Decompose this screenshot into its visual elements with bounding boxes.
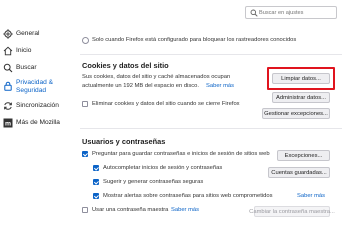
sidebar-item-label: Inicio <box>16 47 32 54</box>
sidebar-item-label: Buscar <box>16 64 37 71</box>
manage-exceptions-button-label: Gestionar excepciones... <box>264 110 328 117</box>
autofill-checkbox[interactable] <box>93 165 99 171</box>
sidebar-item-label: Privacidad & <box>16 79 54 86</box>
cookies-heading: Cookies y datos del sitio <box>82 61 169 70</box>
sidebar-item-privacy[interactable]: Privacidad & Seguridad <box>0 79 72 99</box>
cookies-description-line1: Sus cookies, datos del sitio y caché alm… <box>82 74 231 80</box>
saved-logins-button-label: Cuentas guardadas... <box>271 169 327 176</box>
change-primary-password-button-label: Cambiar la contraseña maestra... <box>249 208 335 215</box>
primary-password-learn-more-link[interactable]: Saber más <box>171 207 199 213</box>
lock-icon <box>3 81 13 91</box>
change-primary-password-button[interactable]: Cambiar la contraseña maestra... <box>249 206 335 217</box>
primary-password-checkbox[interactable] <box>82 207 88 213</box>
sidebar-item-label: Más de Mozilla <box>16 119 60 126</box>
sidebar: General Inicio Buscar Privacidad & Segur… <box>0 0 72 215</box>
settings-search-box[interactable] <box>245 6 337 19</box>
breach-alerts-label: Mostrar alertas sobre contraseñas para s… <box>103 193 273 199</box>
mozilla-icon: m <box>3 118 13 128</box>
suggest-passwords-label: Sugerir y generar contraseñas seguras <box>103 179 204 185</box>
dnt-radio[interactable] <box>82 37 89 44</box>
cookies-learn-more-link[interactable]: Saber más <box>206 83 234 89</box>
manage-data-button-label: Administrar datos... <box>276 94 326 101</box>
svg-text:m: m <box>5 121 11 128</box>
delete-on-close-label: Eliminar cookies y datos del sitio cuand… <box>92 101 240 107</box>
sidebar-item-general[interactable]: General <box>0 29 72 45</box>
manage-data-button[interactable]: Administrar datos... <box>272 92 330 103</box>
ask-save-checkbox[interactable] <box>82 151 88 157</box>
saved-logins-button[interactable]: Cuentas guardadas... <box>268 167 330 178</box>
section-divider <box>80 128 342 129</box>
cookies-description-line2: actualmente un 192 MB del espacio en dis… <box>82 83 199 89</box>
gear-icon <box>3 29 13 39</box>
manage-exceptions-button[interactable]: Gestionar excepciones... <box>262 108 330 119</box>
breach-alerts-checkbox[interactable] <box>93 193 99 199</box>
search-input[interactable] <box>259 8 335 18</box>
search-icon <box>250 9 258 17</box>
sidebar-item-label-line2: Seguridad <box>16 87 47 94</box>
sidebar-item-buscar[interactable]: Buscar <box>0 63 72 79</box>
home-icon <box>3 46 13 56</box>
sidebar-item-inicio[interactable]: Inicio <box>0 46 72 62</box>
ask-save-label: Preguntar para guardar contraseñas e ini… <box>92 151 270 157</box>
autofill-label: Autocompletar inicios de sesión y contra… <box>103 165 223 171</box>
password-exceptions-button-label: Excepciones... <box>284 152 323 159</box>
primary-password-label: Usar una contraseña maestra <box>92 207 169 213</box>
passwords-heading: Usuarios y contraseñas <box>82 137 166 146</box>
sidebar-item-label: General <box>16 30 40 37</box>
highlight-box <box>267 67 335 90</box>
section-divider <box>80 54 342 55</box>
password-exceptions-button[interactable]: Excepciones... <box>277 150 330 161</box>
search-icon <box>3 63 13 73</box>
sidebar-item-mozilla[interactable]: m Más de Mozilla <box>0 118 72 134</box>
sidebar-item-sync[interactable]: Sincronización <box>0 101 72 117</box>
sync-icon <box>3 101 13 111</box>
suggest-passwords-checkbox[interactable] <box>93 179 99 185</box>
breach-alerts-learn-more-link[interactable]: Saber más <box>297 193 325 199</box>
delete-on-close-checkbox[interactable] <box>82 101 88 107</box>
sidebar-item-label: Sincronización <box>16 102 59 109</box>
dnt-option-text: Solo cuando Firefox está configurado par… <box>92 37 297 43</box>
